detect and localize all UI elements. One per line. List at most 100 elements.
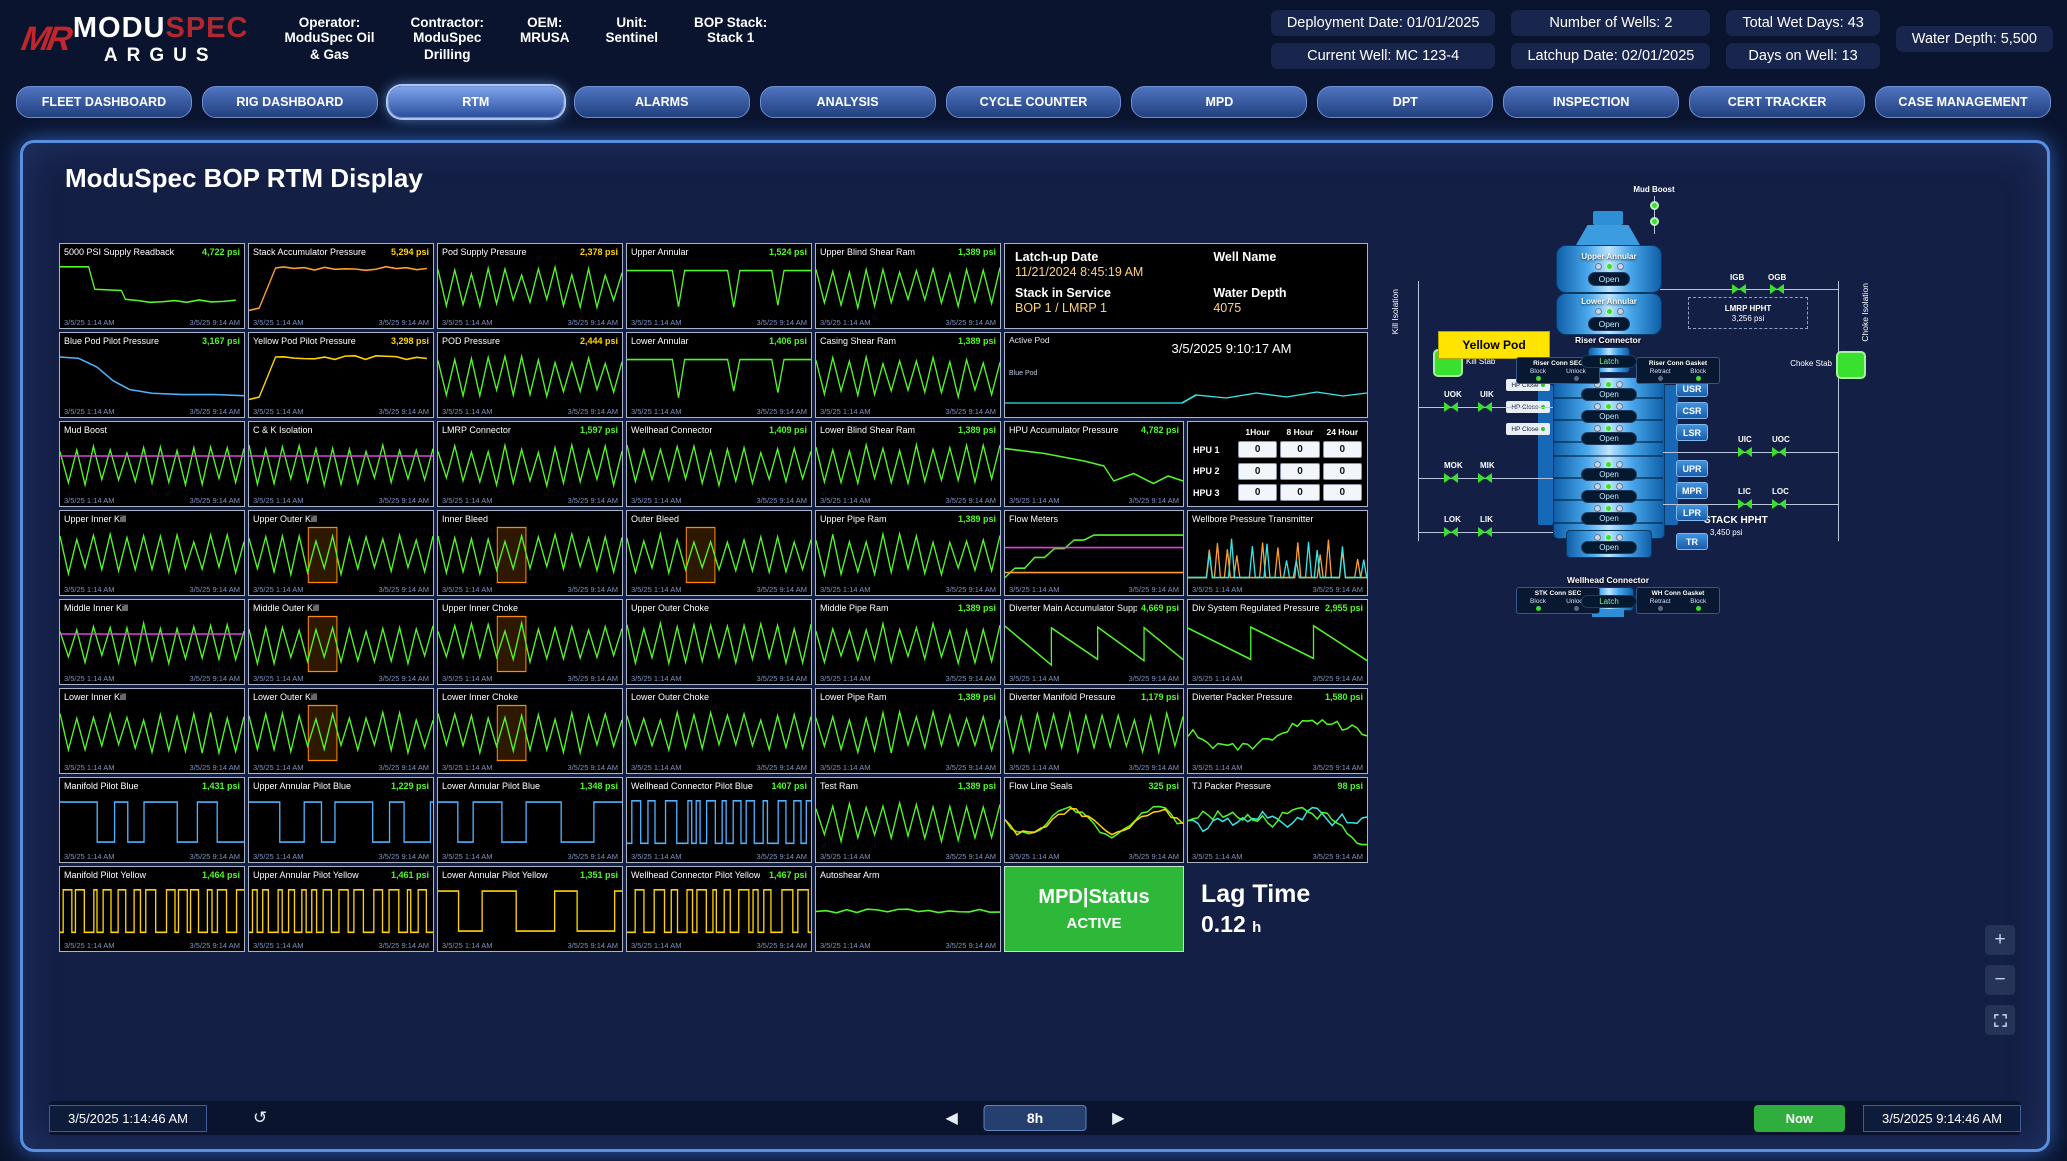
chart-axis-end: 3/5/25 9:14 AM — [1129, 674, 1179, 683]
trend-chart-upper-annular-pilot-yellow[interactable]: Upper Annular Pilot Yellow1,461 psi3/5/2… — [248, 866, 434, 952]
trend-chart-lower-outer-choke[interactable]: Lower Outer Choke3/5/25 1:14 AM3/5/25 9:… — [626, 688, 812, 774]
trend-chart-autoshear-arm[interactable]: Autoshear Arm3/5/25 1:14 AM3/5/25 9:14 A… — [815, 866, 1001, 952]
lower-annular-body[interactable]: Lower Annular Open — [1556, 293, 1662, 335]
tab-rig-dashboard[interactable]: RIG DASHBOARD — [202, 86, 378, 118]
lic-valve-icon[interactable] — [1738, 499, 1752, 509]
trend-chart-outer-bleed[interactable]: Outer Bleed3/5/25 1:14 AM3/5/25 9:14 AM — [626, 510, 812, 596]
tab-rtm[interactable]: RTM — [388, 86, 564, 118]
trend-chart-lower-blind-shear-ram[interactable]: Lower Blind Shear Ram1,389 psi3/5/25 1:1… — [815, 421, 1001, 507]
trend-chart-pod-pressure[interactable]: POD Pressure2,444 psi3/5/25 1:14 AM3/5/2… — [437, 332, 623, 418]
upr-ram-tag[interactable]: UPR — [1676, 460, 1708, 477]
trend-chart-yellow-pod-pilot-pressure[interactable]: Yellow Pod Pilot Pressure3,298 psi3/5/25… — [248, 332, 434, 418]
mok-valve-icon[interactable] — [1444, 473, 1458, 483]
trend-chart-stack-accumulator-pressure[interactable]: Stack Accumulator Pressure5,294 psi3/5/2… — [248, 243, 434, 329]
tab-mpd[interactable]: MPD — [1131, 86, 1307, 118]
trend-chart-pod-supply-pressure[interactable]: Pod Supply Pressure2,378 psi3/5/25 1:14 … — [437, 243, 623, 329]
lok-valve-icon[interactable] — [1444, 527, 1458, 537]
tab-analysis[interactable]: ANALYSIS — [760, 86, 936, 118]
choke-stab[interactable] — [1836, 351, 1866, 379]
trend-chart-lower-inner-choke[interactable]: Lower Inner Choke3/5/25 1:14 AM3/5/25 9:… — [437, 688, 623, 774]
trend-chart-upper-outer-kill[interactable]: Upper Outer Kill3/5/25 1:14 AM3/5/25 9:1… — [248, 510, 434, 596]
mud-boost-valve-icon[interactable] — [1650, 201, 1659, 210]
tab-case-management[interactable]: CASE MANAGEMENT — [1875, 86, 2051, 118]
trend-chart-upper-blind-shear-ram[interactable]: Upper Blind Shear Ram1,389 psi3/5/25 1:1… — [815, 243, 1001, 329]
lik-valve-icon[interactable] — [1478, 527, 1492, 537]
uik-valve-icon[interactable] — [1478, 402, 1492, 412]
start-time-display[interactable]: 3/5/2025 1:14:46 AM — [49, 1105, 207, 1132]
trend-chart-lower-annular[interactable]: Lower Annular1,406 psi3/5/25 1:14 AM3/5/… — [626, 332, 812, 418]
chart-title: LMRP Connector — [442, 425, 511, 435]
trend-chart-upper-inner-kill[interactable]: Upper Inner Kill3/5/25 1:14 AM3/5/25 9:1… — [59, 510, 245, 596]
trend-chart-wellhead-connector-pilot-blue[interactable]: Wellhead Connector Pilot Blue1407 psi3/5… — [626, 777, 812, 863]
trend-chart-div-system-regulated-pressure[interactable]: Div System Regulated Pressure2,955 psi3/… — [1187, 599, 1368, 685]
trend-chart-tj-packer-pressure[interactable]: TJ Packer Pressure98 psi3/5/25 1:14 AM3/… — [1187, 777, 1368, 863]
trend-chart-wellhead-connector-pilot-yellow[interactable]: Wellhead Connector Pilot Yellow1,467 psi… — [626, 866, 812, 952]
fullscreen-button[interactable] — [1985, 1005, 2015, 1035]
trend-chart-wellhead-connector[interactable]: Wellhead Connector1,409 psi3/5/25 1:14 A… — [626, 421, 812, 507]
refresh-icon[interactable]: ↺ — [253, 1108, 267, 1128]
trend-chart-hpu-accumulator-pressure[interactable]: HPU Accumulator Pressure4,782 psi3/5/25 … — [1004, 421, 1184, 507]
trend-chart-diverter-packer-pressure[interactable]: Diverter Packer Pressure1,580 psi3/5/25 … — [1187, 688, 1368, 774]
trend-chart-lower-inner-kill[interactable]: Lower Inner Kill3/5/25 1:14 AM3/5/25 9:1… — [59, 688, 245, 774]
uoc-valve-icon[interactable] — [1772, 447, 1786, 457]
trend-chart-upper-annular[interactable]: Upper Annular1,524 psi3/5/25 1:14 AM3/5/… — [626, 243, 812, 329]
trend-chart-lower-outer-kill[interactable]: Lower Outer Kill3/5/25 1:14 AM3/5/25 9:1… — [248, 688, 434, 774]
trend-chart-diverter-main-accumulator-supply[interactable]: Diverter Main Accumulator Supply4,669 ps… — [1004, 599, 1184, 685]
uoc-label: UOC — [1772, 435, 1790, 444]
trend-chart-manifold-pilot-blue[interactable]: Manifold Pilot Blue1,431 psi3/5/25 1:14 … — [59, 777, 245, 863]
tr-ram-tag[interactable]: TR — [1676, 533, 1708, 550]
trend-chart-flow-meters[interactable]: Flow Meters3/5/25 1:14 AM3/5/25 9:14 AM — [1004, 510, 1184, 596]
zoom-in-button[interactable]: + — [1985, 925, 2015, 955]
upper-annular-body[interactable]: Upper Annular Open — [1556, 245, 1662, 293]
trend-chart-inner-bleed[interactable]: Inner Bleed3/5/25 1:14 AM3/5/25 9:14 AM — [437, 510, 623, 596]
trend-chart-c-k-isolation[interactable]: C & K Isolation3/5/25 1:14 AM3/5/25 9:14… — [248, 421, 434, 507]
tab-inspection[interactable]: INSPECTION — [1503, 86, 1679, 118]
end-time-display[interactable]: 3/5/2025 9:14:46 AM — [1863, 1105, 2021, 1132]
ogb-valve-icon[interactable] — [1770, 284, 1784, 294]
trend-chart-middle-outer-kill[interactable]: Middle Outer Kill3/5/25 1:14 AM3/5/25 9:… — [248, 599, 434, 685]
csr-ram-tag[interactable]: CSR — [1676, 402, 1708, 419]
time-window-display[interactable]: 8h — [984, 1105, 1086, 1131]
chart-value: 1,461 psi — [391, 870, 429, 880]
tab-cert-tracker[interactable]: CERT TRACKER — [1689, 86, 1865, 118]
hpu-row-label: HPU 1 — [1193, 445, 1235, 455]
trend-chart-lower-pipe-ram[interactable]: Lower Pipe Ram1,389 psi3/5/25 1:14 AM3/5… — [815, 688, 1001, 774]
tab-alarms[interactable]: ALARMS — [574, 86, 750, 118]
tab-fleet-dashboard[interactable]: FLEET DASHBOARD — [16, 86, 192, 118]
trend-chart-test-ram[interactable]: Test Ram1,389 psi3/5/25 1:14 AM3/5/25 9:… — [815, 777, 1001, 863]
time-back-button[interactable]: ◀ — [946, 1108, 958, 1128]
trend-chart-blue-pod-pilot-pressure[interactable]: Blue Pod Pilot Pressure3,167 psi3/5/25 1… — [59, 332, 245, 418]
trend-chart-manifold-pilot-yellow[interactable]: Manifold Pilot Yellow1,464 psi3/5/25 1:1… — [59, 866, 245, 952]
uok-valve-icon[interactable] — [1444, 402, 1458, 412]
trend-chart-upper-pipe-ram[interactable]: Upper Pipe Ram1,389 psi3/5/25 1:14 AM3/5… — [815, 510, 1001, 596]
mik-valve-icon[interactable] — [1478, 473, 1492, 483]
header-field-label: Contractor: — [411, 15, 485, 30]
trend-chart-casing-shear-ram[interactable]: Casing Shear Ram1,389 psi3/5/25 1:14 AM3… — [815, 332, 1001, 418]
trend-chart-diverter-manifold-pressure[interactable]: Diverter Manifold Pressure1,179 psi3/5/2… — [1004, 688, 1184, 774]
time-forward-button[interactable]: ▶ — [1112, 1108, 1124, 1128]
trend-chart-lower-annular-pilot-blue[interactable]: Lower Annular Pilot Blue1,348 psi3/5/25 … — [437, 777, 623, 863]
trend-chart-wellbore-pressure-transmitter[interactable]: Wellbore Pressure Transmitter3/5/25 1:14… — [1187, 510, 1368, 596]
igb-valve-icon[interactable] — [1732, 284, 1746, 294]
lsr-ram-tag[interactable]: LSR — [1676, 424, 1708, 441]
tab-cycle-counter[interactable]: CYCLE COUNTER — [946, 86, 1122, 118]
uic-valve-icon[interactable] — [1738, 447, 1752, 457]
loc-valve-icon[interactable] — [1772, 499, 1786, 509]
trend-chart-lmrp-connector[interactable]: LMRP Connector1,597 psi3/5/25 1:14 AM3/5… — [437, 421, 623, 507]
now-button[interactable]: Now — [1754, 1105, 1845, 1132]
trend-chart-middle-inner-kill[interactable]: Middle Inner Kill3/5/25 1:14 AM3/5/25 9:… — [59, 599, 245, 685]
zoom-out-button[interactable]: − — [1985, 965, 2015, 995]
chart-title: Upper Outer Choke — [631, 603, 709, 613]
trend-chart-upper-annular-pilot-blue[interactable]: Upper Annular Pilot Blue1,229 psi3/5/25 … — [248, 777, 434, 863]
lpr-ram-tag[interactable]: LPR — [1676, 504, 1708, 521]
mpr-ram-tag[interactable]: MPR — [1676, 482, 1708, 499]
tab-dpt[interactable]: DPT — [1317, 86, 1493, 118]
trend-chart-flow-line-seals[interactable]: Flow Line Seals325 psi3/5/25 1:14 AM3/5/… — [1004, 777, 1184, 863]
trend-chart-upper-inner-choke[interactable]: Upper Inner Choke3/5/25 1:14 AM3/5/25 9:… — [437, 599, 623, 685]
mud-boost-valve-icon[interactable] — [1650, 217, 1659, 226]
trend-chart-5000-psi-supply-readback[interactable]: 5000 PSI Supply Readback4,722 psi3/5/25 … — [59, 243, 245, 329]
trend-chart-upper-outer-choke[interactable]: Upper Outer Choke3/5/25 1:14 AM3/5/25 9:… — [626, 599, 812, 685]
trend-chart-mud-boost[interactable]: Mud Boost3/5/25 1:14 AM3/5/25 9:14 AM — [59, 421, 245, 507]
trend-chart-middle-pipe-ram[interactable]: Middle Pipe Ram1,389 psi3/5/25 1:14 AM3/… — [815, 599, 1001, 685]
trend-chart-lower-annular-pilot-yellow[interactable]: Lower Annular Pilot Yellow1,351 psi3/5/2… — [437, 866, 623, 952]
